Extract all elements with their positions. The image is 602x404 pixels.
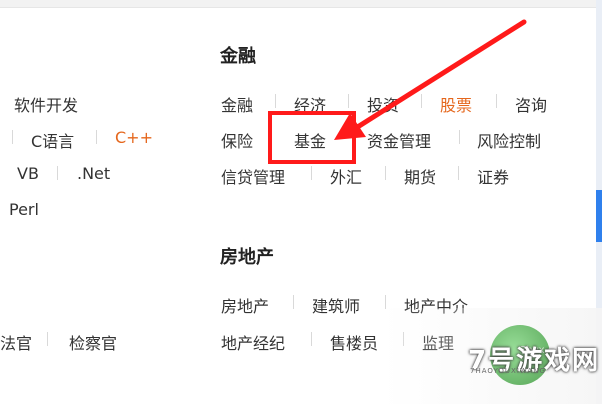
separator: [47, 332, 48, 346]
separator: [12, 130, 13, 144]
category-realestate-broker[interactable]: 地产经纪: [221, 330, 285, 354]
category-vb[interactable]: VB: [17, 164, 39, 183]
separator: [458, 166, 459, 180]
category-forex[interactable]: 外汇: [330, 164, 362, 188]
category-credit-management[interactable]: 信贷管理: [221, 164, 285, 188]
top-divider: [0, 0, 602, 8]
category-prosecutor[interactable]: 检察官: [69, 330, 117, 354]
separator: [385, 295, 386, 309]
separator: [57, 166, 58, 180]
category-investment[interactable]: 投资: [367, 92, 399, 116]
highlight-box: [268, 111, 356, 164]
category-futures[interactable]: 期货: [404, 164, 436, 188]
separator: [421, 94, 422, 108]
category-insurance[interactable]: 保险: [221, 128, 253, 152]
separator: [293, 295, 294, 309]
category-consult[interactable]: 咨询: [515, 92, 547, 116]
category-realestate[interactable]: 房地产: [221, 293, 269, 317]
category-sales-agent[interactable]: 售楼员: [330, 330, 378, 354]
section-title-finance: 金融: [220, 46, 256, 67]
scroll-indicator[interactable]: [596, 190, 602, 242]
category-architect[interactable]: 建筑师: [312, 293, 360, 317]
category-securities[interactable]: 证券: [477, 164, 509, 188]
section-title-realestate: 房地产: [220, 247, 274, 268]
category-software-dev[interactable]: 软件开发: [14, 92, 78, 116]
category-asset-management[interactable]: 资金管理: [367, 128, 431, 152]
separator: [385, 166, 386, 180]
category-cpp[interactable]: C++: [115, 128, 153, 147]
category-dotnet[interactable]: .Net: [77, 164, 110, 183]
separator: [348, 94, 349, 108]
separator: [459, 130, 460, 144]
category-finance[interactable]: 金融: [221, 92, 253, 116]
separator: [496, 94, 497, 108]
category-c-language[interactable]: C语言: [31, 128, 74, 152]
separator: [275, 94, 276, 108]
separator: [96, 130, 97, 144]
category-stock[interactable]: 股票: [440, 92, 472, 116]
category-perl[interactable]: Perl: [9, 200, 39, 219]
category-judge[interactable]: 法官: [0, 330, 32, 354]
watermark-sub: 7HAOYOUXIWANG: [470, 367, 546, 375]
separator: [311, 166, 312, 180]
separator: [311, 332, 312, 346]
category-risk-control[interactable]: 风险控制: [477, 128, 541, 152]
